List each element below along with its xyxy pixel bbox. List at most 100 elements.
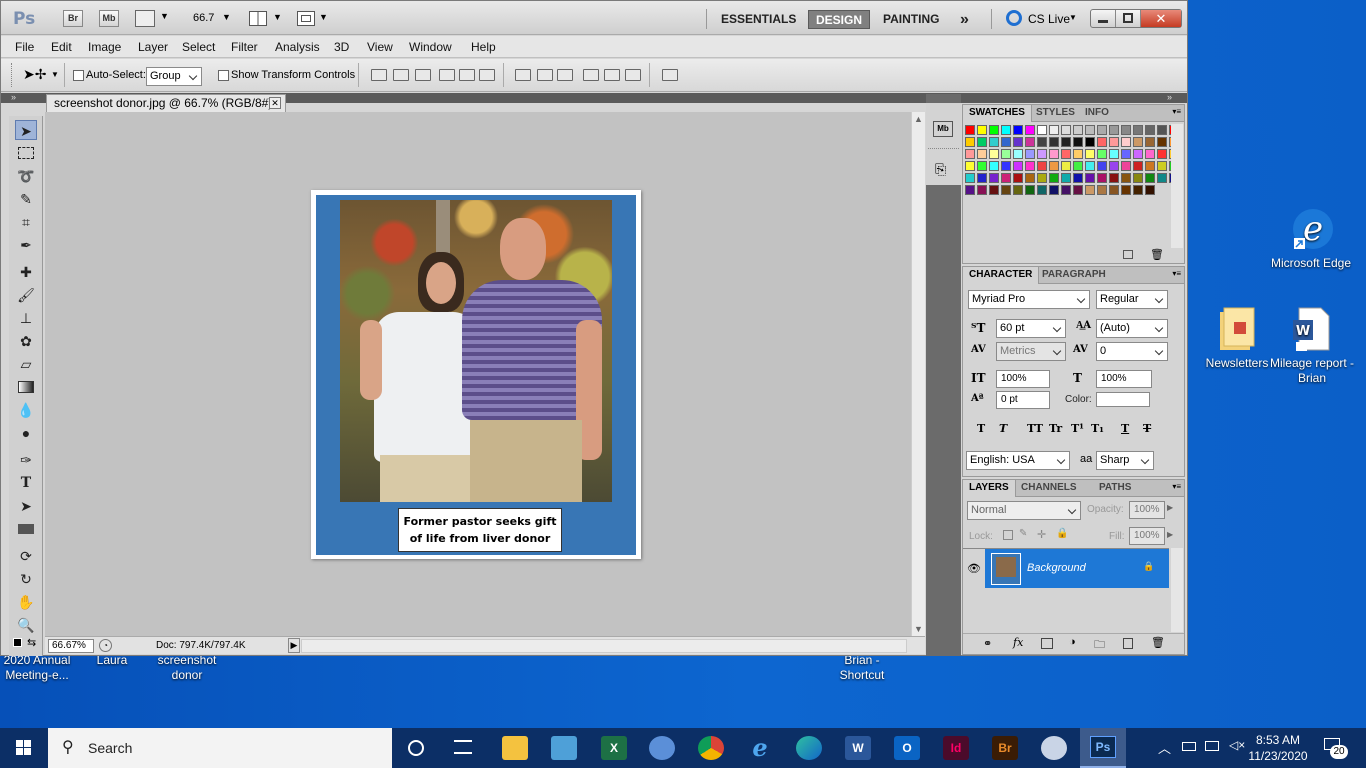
clock[interactable]: 8:53 AM 11/23/2020: [1246, 732, 1310, 764]
swatch[interactable]: [1025, 173, 1035, 183]
task-view-icon[interactable]: [408, 740, 424, 756]
rectangle-tool-icon[interactable]: [15, 519, 37, 539]
swatch[interactable]: [1121, 149, 1131, 159]
swatch[interactable]: [1157, 173, 1167, 183]
swatch[interactable]: [1001, 185, 1011, 195]
delete-layer-icon[interactable]: 🗑: [1151, 636, 1165, 649]
swatch[interactable]: [1133, 185, 1143, 195]
lasso-tool-icon[interactable]: ➰: [15, 166, 37, 186]
marquee-tool-icon[interactable]: [15, 143, 37, 163]
swatch[interactable]: [1109, 149, 1119, 159]
lock-transparent-icon[interactable]: [1003, 530, 1013, 540]
font-family-dropdown[interactable]: Myriad Pro: [968, 290, 1090, 309]
swatch[interactable]: [1061, 137, 1071, 147]
swatch[interactable]: [1049, 173, 1059, 183]
strikethrough-icon[interactable]: T: [1143, 422, 1151, 435]
swatch[interactable]: [965, 161, 975, 171]
swatch[interactable]: [1133, 161, 1143, 171]
history-brush-tool-icon[interactable]: ✿: [15, 331, 37, 351]
dodge-tool-icon[interactable]: ●: [15, 423, 37, 443]
swatch[interactable]: [989, 125, 999, 135]
swatch[interactable]: [1097, 125, 1107, 135]
horizontal-scale-field[interactable]: 100%: [1096, 370, 1152, 388]
swatches-scrollbar[interactable]: [1171, 124, 1183, 248]
swatch[interactable]: [1145, 173, 1155, 183]
delete-swatch-icon[interactable]: 🗑: [1150, 248, 1164, 261]
swatch[interactable]: [965, 149, 975, 159]
battery-icon[interactable]: [1182, 742, 1196, 751]
swatch[interactable]: [1001, 137, 1011, 147]
blend-mode-dropdown[interactable]: Normal: [967, 501, 1081, 520]
layers-panel-menu-icon[interactable]: ▾≡: [1172, 482, 1181, 491]
desktop-item-brian-shortcut[interactable]: Brian - Shortcut: [826, 653, 898, 683]
adjustment-layer-icon[interactable]: ◑: [1069, 636, 1076, 648]
mini-bridge-panel-icon[interactable]: Mb: [933, 121, 953, 137]
swatch[interactable]: [977, 149, 987, 159]
lock-image-icon[interactable]: ✎: [1019, 528, 1027, 539]
menu-layer[interactable]: Layer: [138, 40, 168, 54]
chrome-taskbar-icon[interactable]: [698, 736, 724, 760]
volume-icon[interactable]: ◁×: [1229, 738, 1245, 752]
quick-selection-tool-icon[interactable]: ✎: [15, 189, 37, 209]
gradient-tool-icon[interactable]: [15, 377, 37, 397]
swatch[interactable]: [1025, 149, 1035, 159]
arrange-dropdown-icon[interactable]: ▼: [273, 12, 282, 22]
swatch[interactable]: [1145, 125, 1155, 135]
cs-live-icon[interactable]: [1006, 10, 1022, 26]
superscript-icon[interactable]: T¹: [1071, 422, 1084, 435]
swatch[interactable]: [1037, 137, 1047, 147]
show-hidden-icons-chevron[interactable]: ︿: [1158, 738, 1171, 757]
swatch[interactable]: [989, 149, 999, 159]
mini-bridge-button[interactable]: Mb: [99, 10, 119, 27]
swatch[interactable]: [1049, 185, 1059, 195]
swatch[interactable]: [1049, 137, 1059, 147]
swatch[interactable]: [1025, 185, 1035, 195]
swatch[interactable]: [1109, 137, 1119, 147]
tab-swatches[interactable]: SWATCHES: [963, 105, 1032, 122]
swatch[interactable]: [1025, 125, 1035, 135]
internet-explorer-taskbar-icon[interactable]: e: [747, 736, 773, 760]
swatch[interactable]: [1121, 137, 1131, 147]
distribute-top-icon[interactable]: [515, 69, 531, 81]
workspace-essentials[interactable]: ESSENTIALS: [714, 10, 803, 29]
leading-field[interactable]: (Auto): [1096, 319, 1168, 338]
swatch[interactable]: [1073, 149, 1083, 159]
document-image[interactable]: Former pastor seeks gift of life from li…: [311, 190, 641, 559]
swatch[interactable]: [1157, 161, 1167, 171]
all-caps-icon[interactable]: TT: [1027, 422, 1043, 435]
swatch[interactable]: [1061, 173, 1071, 183]
move-tool-icon[interactable]: ➤: [15, 120, 37, 140]
preset-dropdown-icon[interactable]: ▼: [51, 70, 59, 79]
eraser-tool-icon[interactable]: ▱: [15, 354, 37, 374]
more-workspaces-button[interactable]: »: [953, 10, 976, 29]
swatch[interactable]: [1013, 137, 1023, 147]
foreground-color-swatch[interactable]: [13, 638, 22, 647]
distribute-left-icon[interactable]: [583, 69, 599, 81]
swatch[interactable]: [1097, 185, 1107, 195]
workspace-painting[interactable]: PAINTING: [876, 10, 946, 29]
baseline-shift-field[interactable]: 0 pt: [996, 391, 1050, 409]
zoom-tool-icon[interactable]: 🔍: [15, 615, 37, 635]
swatch[interactable]: [1109, 161, 1119, 171]
3d-orbit-tool-icon[interactable]: ↻: [15, 569, 37, 589]
swatch[interactable]: [1133, 173, 1143, 183]
swatch[interactable]: [1121, 161, 1131, 171]
swatch[interactable]: [977, 173, 987, 183]
paint-taskbar-icon[interactable]: [1041, 736, 1067, 760]
close-button[interactable]: ✕: [1141, 10, 1181, 27]
swatch[interactable]: [1073, 137, 1083, 147]
subscript-icon[interactable]: T₁: [1091, 422, 1104, 435]
opacity-field[interactable]: 100%: [1129, 501, 1165, 519]
word-taskbar-icon[interactable]: W: [845, 736, 871, 760]
hand-tool-icon[interactable]: ✋: [15, 592, 37, 612]
distribute-vcenter-icon[interactable]: [537, 69, 553, 81]
swatch[interactable]: [1013, 173, 1023, 183]
swatch[interactable]: [1037, 173, 1047, 183]
swatch[interactable]: [1157, 137, 1167, 147]
underline-icon[interactable]: T: [1121, 422, 1129, 435]
swatch[interactable]: [1085, 149, 1095, 159]
swatch[interactable]: [1085, 125, 1095, 135]
swatch[interactable]: [1109, 173, 1119, 183]
swatch[interactable]: [1073, 185, 1083, 195]
view-extras-button[interactable]: [135, 10, 155, 27]
